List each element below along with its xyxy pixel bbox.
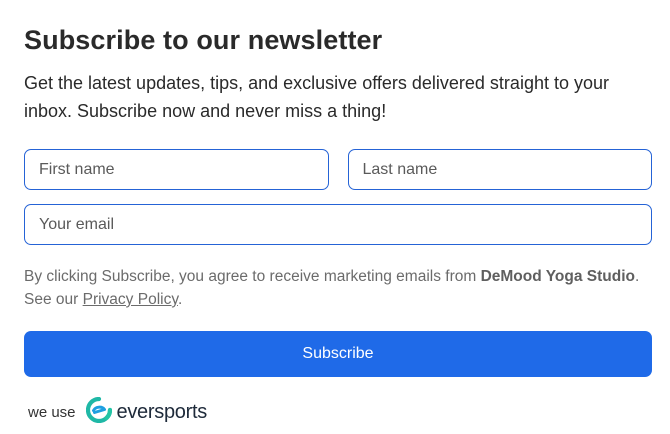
- eversports-logo-icon: [85, 396, 112, 428]
- eversports-brand-name: eversports: [116, 401, 208, 423]
- we-use-label: we use: [28, 404, 76, 421]
- consent-prefix: By clicking Subscribe, you agree to rece…: [24, 268, 481, 285]
- last-name-input[interactable]: [347, 149, 652, 190]
- newsletter-title: Subscribe to our newsletter: [24, 25, 383, 55]
- newsletter-description: Get the latest updates, tips, and exclus…: [24, 73, 609, 121]
- subscribe-button[interactable]: Subscribe: [24, 331, 652, 377]
- newsletter-form: Subscribe to our newsletter Get the late…: [24, 24, 652, 377]
- consent-text: By clicking Subscribe, you agree to rece…: [24, 265, 652, 311]
- studio-name: DeMood Yoga Studio: [480, 268, 635, 285]
- name-fields-row: [24, 149, 652, 190]
- email-input[interactable]: [24, 204, 652, 245]
- first-name-input[interactable]: [24, 149, 329, 190]
- privacy-policy-link[interactable]: Privacy Policy: [83, 291, 178, 308]
- consent-suffix: .: [177, 291, 183, 308]
- eversports-brand-link[interactable]: eversports: [85, 396, 208, 428]
- powered-by: we use eversports: [28, 396, 208, 428]
